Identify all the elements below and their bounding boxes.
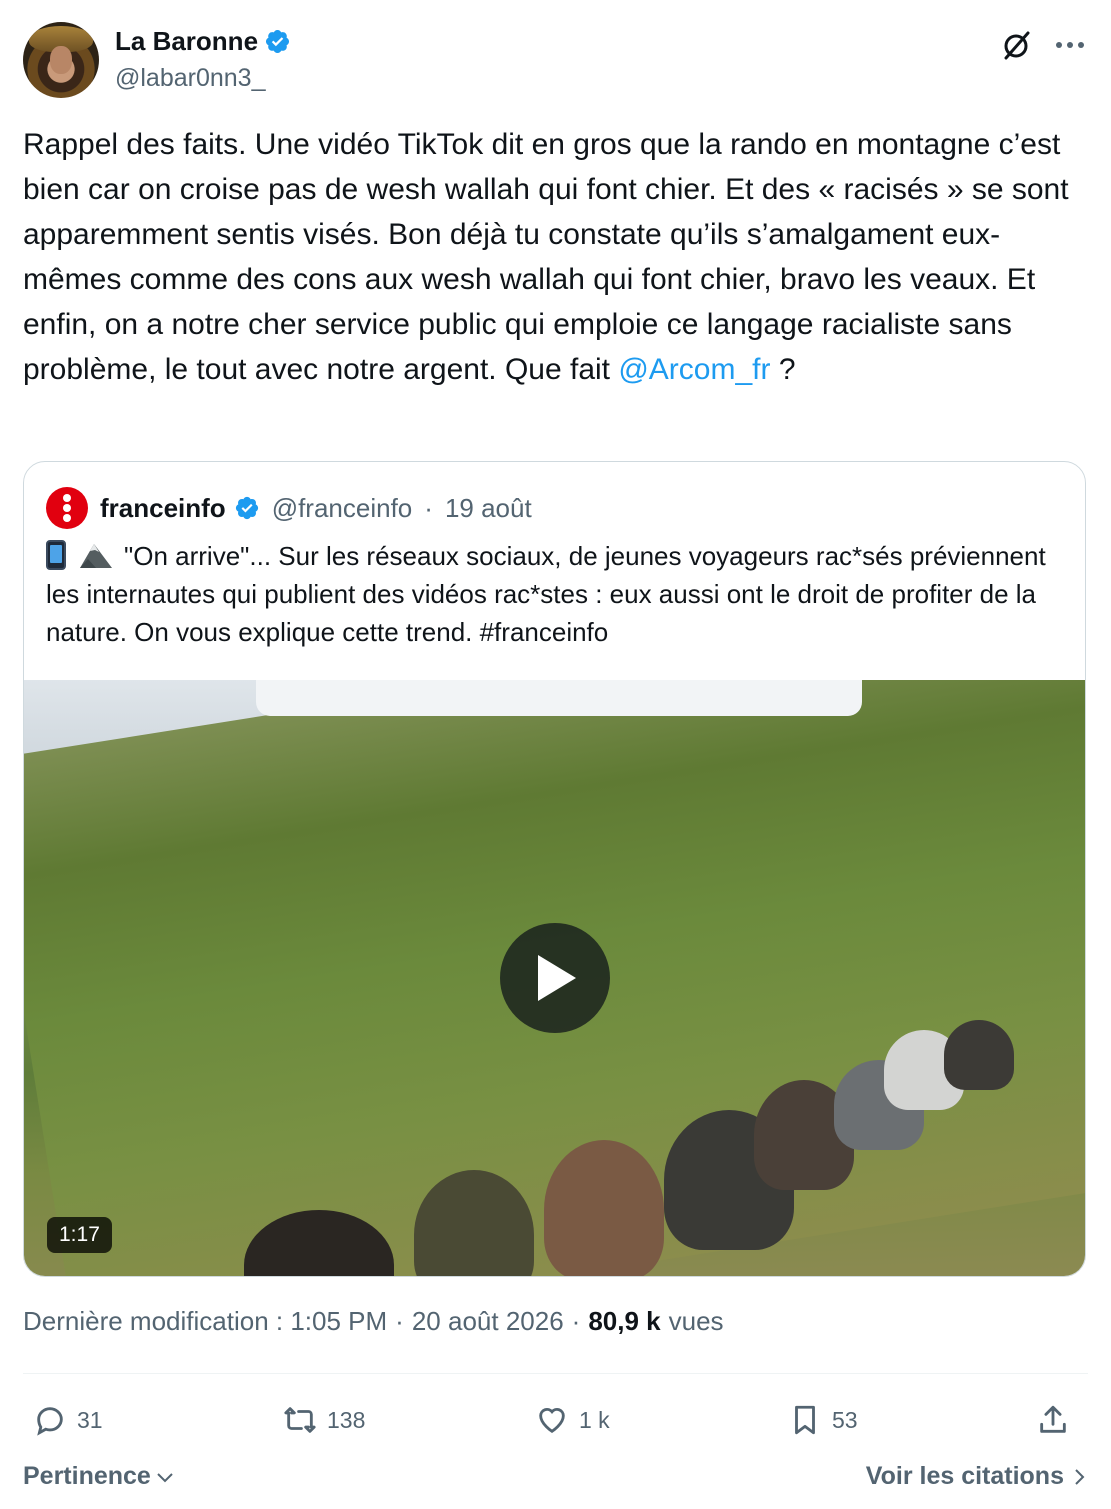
action-bar: 31 138 1 k 53 (23, 1395, 1088, 1445)
chevron-down-icon (157, 1472, 173, 1482)
mention-link[interactable]: @Arcom_fr (618, 353, 770, 386)
quoted-tweet-body: "On arrive"... Sur les réseaux sociaux, … (46, 541, 1046, 647)
repost-count: 138 (327, 1406, 366, 1433)
quoted-author-handle[interactable]: @franceinfo (272, 493, 413, 524)
repost-icon (284, 1407, 316, 1433)
like-count: 1 k (579, 1406, 610, 1433)
play-icon (538, 955, 576, 1001)
verified-badge-icon (266, 29, 290, 54)
tweet-date[interactable]: 20 août 2026 (412, 1306, 564, 1337)
avatar[interactable] (23, 22, 99, 98)
more-options-icon[interactable] (1053, 28, 1087, 62)
views-label: vues (668, 1306, 724, 1336)
edited-label[interactable]: Dernière modification : 1:05 PM (23, 1306, 387, 1337)
bookmark-icon (795, 1405, 815, 1435)
like-button[interactable]: 1 k (535, 1395, 610, 1445)
video-duration: 1:17 (47, 1217, 112, 1253)
author-handle[interactable]: @labar0nn3_ (115, 64, 266, 93)
reply-button[interactable]: 31 (33, 1395, 103, 1445)
tweet-body: Rappel des faits. Une vidéo TikTok dit e… (23, 128, 1069, 386)
quoted-tweet-date[interactable]: 19 août (445, 493, 532, 524)
quoted-tweet-header: franceinfo @franceinfo · 19 août (46, 487, 532, 529)
view-quotes-label: Voir les citations (865, 1462, 1064, 1490)
mountain-emoji-icon (80, 544, 112, 568)
views-count: 80,9 k (588, 1306, 661, 1336)
sort-dropdown[interactable]: Pertinence (23, 1462, 175, 1491)
video-player[interactable]: 1:17 (24, 680, 1085, 1276)
reply-icon (37, 1407, 63, 1436)
reply-count: 31 (77, 1406, 103, 1433)
tweet-text: Rappel des faits. Une vidéo TikTok dit e… (23, 122, 1091, 392)
replies-footer: Pertinence Voir les citations (23, 1462, 1088, 1502)
view-quotes-link[interactable]: Voir les citations (866, 1462, 1088, 1491)
video-caption-overlay (256, 680, 862, 716)
author-name-row[interactable]: La Baronne (115, 26, 291, 57)
bookmark-button[interactable]: 53 (788, 1395, 858, 1445)
heart-icon (539, 1408, 565, 1434)
quoted-author-name[interactable]: franceinfo (100, 493, 226, 524)
video-frame-hikers (244, 1020, 1044, 1276)
separator-dot: · (571, 1306, 581, 1336)
phone-emoji-icon (46, 540, 66, 570)
play-button[interactable] (500, 923, 610, 1033)
share-button[interactable] (1036, 1395, 1070, 1445)
tweet-header: La Baronne @labar0nn3_ (23, 22, 1088, 100)
bookmark-count: 53 (832, 1406, 858, 1433)
franceinfo-logo-icon[interactable] (46, 487, 88, 529)
verified-badge-icon (235, 496, 258, 520)
grok-icon[interactable] (999, 28, 1033, 62)
author-display-name[interactable]: La Baronne (115, 26, 258, 57)
tweet-meta: Dernière modification : 1:05 PM · 20 aoû… (23, 1306, 724, 1337)
quoted-tweet[interactable]: franceinfo @franceinfo · 19 août "On arr… (23, 461, 1086, 1277)
divider (23, 1373, 1088, 1374)
chevron-right-icon (1075, 1468, 1085, 1485)
separator-dot: · (395, 1306, 404, 1336)
repost-button[interactable]: 138 (283, 1395, 365, 1445)
quoted-tweet-text: "On arrive"... Sur les réseaux sociaux, … (46, 537, 1066, 651)
share-icon (1040, 1405, 1066, 1433)
separator-dot: · (424, 492, 433, 523)
sort-label: Pertinence (23, 1462, 151, 1490)
tweet-end: ? (770, 353, 796, 386)
